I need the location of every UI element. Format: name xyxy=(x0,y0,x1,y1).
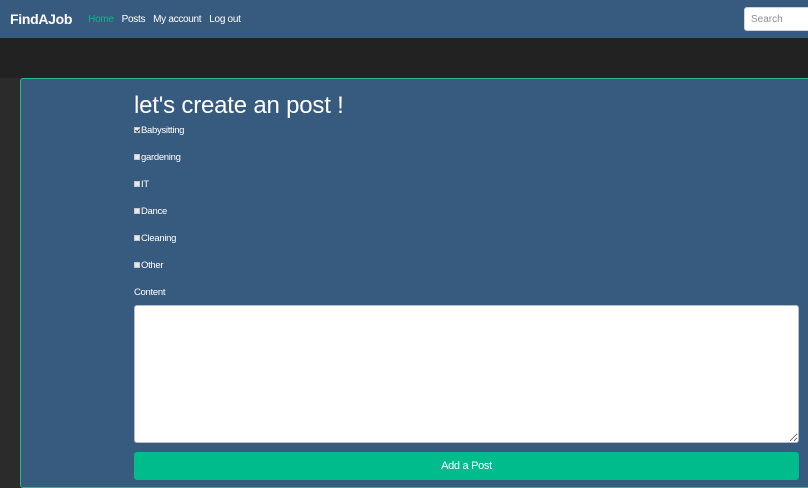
checkbox-icon[interactable] xyxy=(134,181,140,187)
category-label: IT xyxy=(141,178,149,190)
category-option-dance[interactable]: Dance xyxy=(134,204,167,218)
nav-link-home[interactable]: Home xyxy=(88,14,114,25)
page-margin xyxy=(0,78,20,482)
category-label: Cleaning xyxy=(141,232,177,244)
add-post-button[interactable]: Add a Post xyxy=(134,452,799,480)
header-band xyxy=(0,38,808,78)
top-navbar: FindAJob Home Posts My account Log out xyxy=(0,0,808,38)
category-label: Other xyxy=(141,259,164,271)
checkbox-icon[interactable] xyxy=(134,262,140,268)
checkbox-icon[interactable] xyxy=(134,154,140,160)
search-input[interactable] xyxy=(744,7,808,31)
nav-link-my-account[interactable]: My account xyxy=(153,14,201,25)
checkbox-icon[interactable] xyxy=(134,235,140,241)
checkbox-icon[interactable] xyxy=(134,208,140,214)
nav-link-posts[interactable]: Posts xyxy=(122,14,146,25)
category-option-babysitting[interactable]: Babysitting xyxy=(134,123,184,137)
category-label: Dance xyxy=(141,205,167,217)
category-label: Babysitting xyxy=(141,124,185,136)
checkbox-checked-icon[interactable] xyxy=(134,127,140,133)
nav-links: Home Posts My account Log out xyxy=(88,14,248,25)
category-option-cleaning[interactable]: Cleaning xyxy=(134,231,176,245)
nav-link-log-out[interactable]: Log out xyxy=(209,14,241,25)
category-option-gardening[interactable]: gardening xyxy=(134,150,181,164)
page-title: let's create an post ! xyxy=(134,92,344,119)
brand-logo[interactable]: FindAJob xyxy=(10,11,72,27)
category-option-other[interactable]: Other xyxy=(134,258,164,272)
category-option-it[interactable]: IT xyxy=(134,177,149,191)
content-label: Content xyxy=(134,287,166,298)
content-textarea[interactable] xyxy=(134,305,799,443)
category-label: gardening xyxy=(141,151,181,163)
